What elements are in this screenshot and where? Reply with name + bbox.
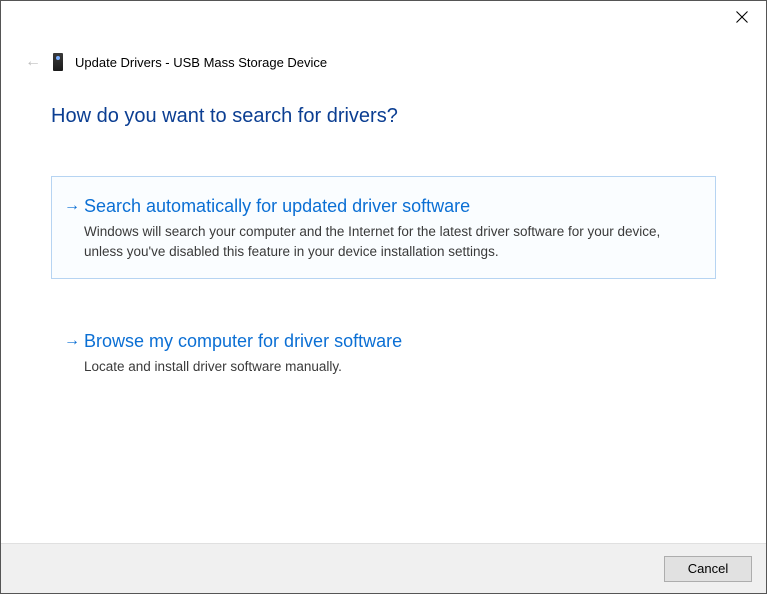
option-title: Browse my computer for driver software (84, 328, 697, 354)
page-heading: How do you want to search for drivers? (51, 105, 716, 128)
cancel-button[interactable]: Cancel (664, 556, 752, 582)
device-icon (51, 53, 65, 71)
wizard-title: Update Drivers - USB Mass Storage Device (75, 55, 327, 70)
option-description: Windows will search your computer and th… (84, 222, 697, 262)
titlebar (718, 1, 766, 33)
arrow-right-icon: → (64, 328, 84, 354)
option-title: Search automatically for updated driver … (84, 193, 697, 219)
option-search-automatically[interactable]: → Search automatically for updated drive… (51, 176, 716, 279)
back-arrow-icon: ← (23, 53, 43, 71)
arrow-right-icon: → (64, 193, 84, 219)
wizard-header: ← Update Drivers - USB Mass Storage Devi… (23, 51, 327, 73)
close-button[interactable] (718, 1, 766, 33)
main-content: How do you want to search for drivers? →… (51, 105, 716, 426)
footer: Cancel (1, 543, 766, 593)
option-description: Locate and install driver software manua… (84, 357, 697, 377)
option-browse-computer[interactable]: → Browse my computer for driver software… (51, 311, 716, 394)
close-icon (736, 11, 748, 23)
